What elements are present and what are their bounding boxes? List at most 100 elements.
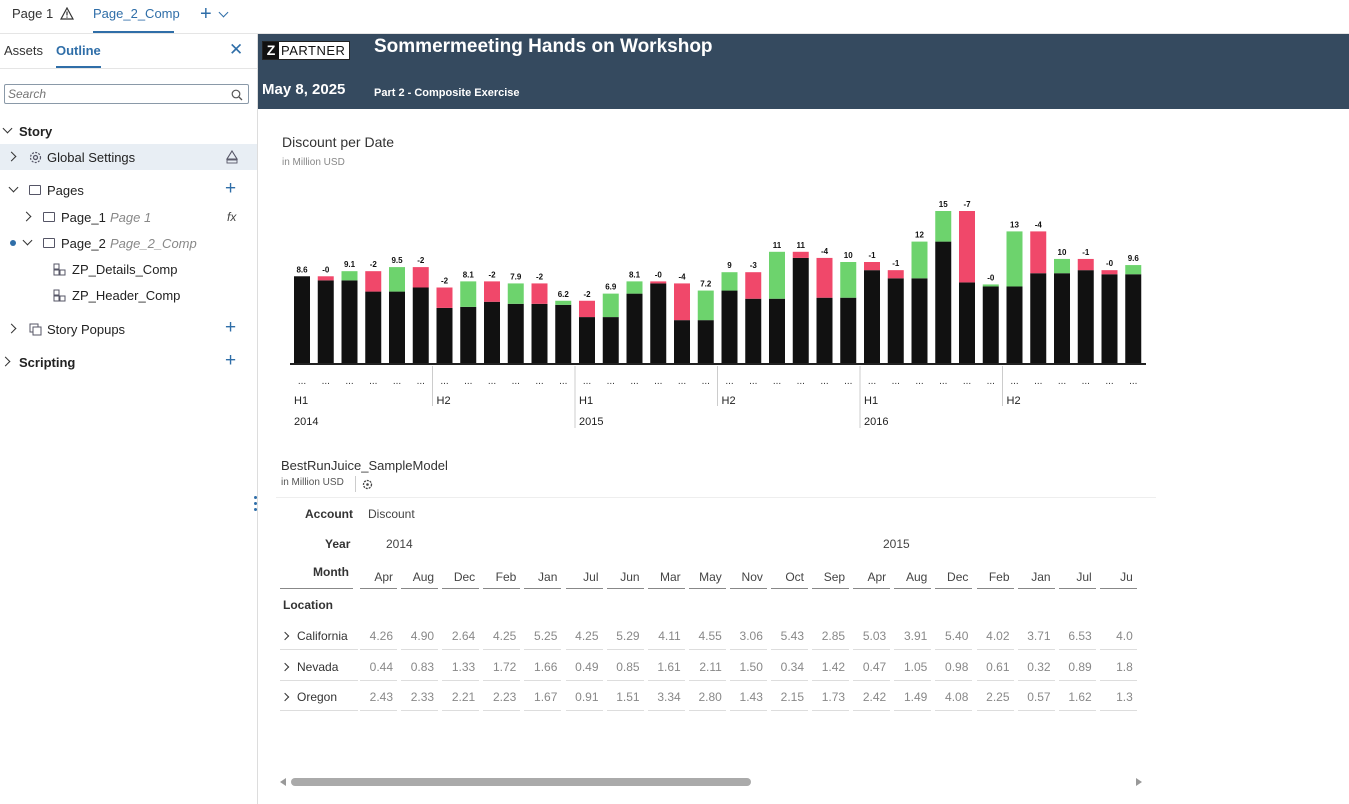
column-header-month[interactable]: Jun <box>606 565 644 589</box>
table-cell[interactable]: 4.26 <box>360 622 397 650</box>
table-cell[interactable]: 5.03 <box>853 622 891 650</box>
tree-item-page-1[interactable]: Page_1 Page 1 fx <box>0 204 257 230</box>
tree-item-story[interactable]: Story <box>0 118 257 144</box>
table-cell[interactable]: 3.91 <box>894 622 932 650</box>
table-cell[interactable]: 4.11 <box>647 622 685 650</box>
scrollbar-thumb[interactable] <box>291 778 751 786</box>
waterfall-chart[interactable]: 8.6... -0... 9.1... -2... 9.5... -2... -2... 8.… <box>258 110 1158 435</box>
table-cell[interactable]: 0.34 <box>771 653 808 681</box>
tree-item-page-2[interactable]: Page_2 Page_2_Comp <box>0 230 257 256</box>
table-cell[interactable]: 5.29 <box>606 622 644 650</box>
table-cell[interactable]: 4.25 <box>483 622 521 650</box>
column-header-month[interactable]: Apr <box>853 565 891 589</box>
add-page-button[interactable]: + <box>200 3 212 26</box>
table-cell[interactable]: 1.33 <box>442 653 480 681</box>
css-icon[interactable] <box>225 150 239 164</box>
data-table[interactable]: Account Discount Year 2014 2015 Month Lo… <box>258 496 1148 726</box>
table-cell[interactable]: 0.49 <box>565 653 603 681</box>
table-cell[interactable]: 4.25 <box>565 622 603 650</box>
table-cell[interactable]: 3.34 <box>647 683 685 711</box>
table-scrollbar[interactable] <box>278 776 1145 788</box>
table-cell[interactable]: 4.90 <box>401 622 439 650</box>
table-cell[interactable]: 3.06 <box>729 622 767 650</box>
column-header-month[interactable]: Ju <box>1099 565 1137 589</box>
table-cell[interactable]: 1.66 <box>524 653 562 681</box>
column-header-month[interactable]: Aug <box>894 565 932 589</box>
table-cell[interactable]: 0.85 <box>606 653 644 681</box>
table-cell[interactable]: 0.83 <box>401 653 439 681</box>
chevron-right-icon[interactable] <box>280 631 290 641</box>
chevron-right-icon[interactable] <box>280 662 290 671</box>
tree-item-global-settings[interactable]: Global Settings <box>0 144 257 170</box>
table-cell[interactable]: 1.8 <box>1099 653 1137 681</box>
chevron-down-icon[interactable] <box>8 182 19 193</box>
scroll-left-arrow[interactable] <box>280 778 286 786</box>
table-cell[interactable]: 2.42 <box>853 683 891 711</box>
table-cell[interactable]: 2.33 <box>401 683 439 711</box>
table-cell[interactable]: 1.49 <box>894 683 932 711</box>
chevron-down-icon[interactable] <box>22 235 33 246</box>
chevron-right-icon[interactable] <box>280 692 290 702</box>
tree-item-story-popups[interactable]: Story Popups + <box>0 316 257 342</box>
table-cell[interactable]: 2.11 <box>688 653 726 681</box>
table-cell[interactable]: 4.55 <box>688 622 726 650</box>
tab-outline[interactable]: Outline <box>56 43 101 68</box>
table-cell[interactable]: 2.23 <box>483 683 521 711</box>
row-header-location[interactable]: California <box>280 622 358 650</box>
table-cell[interactable]: 0.98 <box>935 653 973 681</box>
column-header-month[interactable]: Jan <box>1017 565 1055 589</box>
table-cell[interactable]: 2.21 <box>442 683 480 711</box>
column-header-month[interactable]: Feb <box>976 565 1014 589</box>
search-icon[interactable] <box>231 89 243 101</box>
table-cell[interactable]: 2.80 <box>688 683 726 711</box>
table-cell[interactable]: 0.47 <box>853 653 891 681</box>
column-header-month[interactable]: Feb <box>483 565 521 589</box>
column-header-month[interactable]: Oct <box>771 565 808 589</box>
chevron-down-icon[interactable] <box>218 7 229 18</box>
chevron-right-icon[interactable] <box>0 356 11 367</box>
table-cell[interactable]: 2.85 <box>812 622 850 650</box>
column-header-month[interactable]: Dec <box>935 565 973 589</box>
table-cell[interactable]: 0.61 <box>976 653 1014 681</box>
table-cell[interactable]: 2.25 <box>976 683 1014 711</box>
table-cell[interactable]: 1.42 <box>812 653 850 681</box>
table-cell[interactable]: 1.73 <box>812 683 850 711</box>
tree-item-details-comp[interactable]: ZP_Details_Comp <box>0 256 257 282</box>
table-cell[interactable]: 2.15 <box>771 683 808 711</box>
tab-assets[interactable]: Assets <box>4 43 43 58</box>
table-cell[interactable]: 0.57 <box>1017 683 1055 711</box>
chevron-right-icon[interactable] <box>21 211 32 222</box>
column-header-month[interactable]: Mar <box>647 565 685 589</box>
table-cell[interactable]: 1.67 <box>524 683 562 711</box>
chevron-right-icon[interactable] <box>6 151 17 162</box>
table-cell[interactable]: 0.91 <box>565 683 603 711</box>
table-cell[interactable]: 5.25 <box>524 622 562 650</box>
table-cell[interactable]: 0.89 <box>1058 653 1096 681</box>
table-cell[interactable]: 1.05 <box>894 653 932 681</box>
table-cell[interactable]: 5.43 <box>771 622 808 650</box>
column-header-month[interactable]: Sep <box>812 565 850 589</box>
column-header-month[interactable]: Dec <box>442 565 480 589</box>
column-header-month[interactable]: Aug <box>401 565 439 589</box>
row-header-location[interactable]: Oregon <box>280 683 358 711</box>
tree-item-pages[interactable]: Pages + <box>0 177 257 203</box>
column-header-month[interactable]: Jul <box>565 565 603 589</box>
table-cell[interactable]: 1.61 <box>647 653 685 681</box>
table-cell[interactable]: 1.3 <box>1099 683 1137 711</box>
add-popup-icon[interactable]: + <box>225 317 236 339</box>
model-icon[interactable] <box>362 479 373 490</box>
column-header-month[interactable]: May <box>688 565 726 589</box>
column-header-month[interactable]: Jan <box>524 565 562 589</box>
table-cell[interactable]: 0.32 <box>1017 653 1055 681</box>
table-cell[interactable]: 3.71 <box>1017 622 1055 650</box>
chevron-right-icon[interactable] <box>6 323 17 334</box>
search-field[interactable] <box>4 84 249 104</box>
search-input[interactable] <box>5 85 225 103</box>
table-cell[interactable]: 5.40 <box>935 622 973 650</box>
table-cell[interactable]: 4.0 <box>1099 622 1137 650</box>
table-cell[interactable]: 1.72 <box>483 653 521 681</box>
tab-page-2-comp[interactable]: Page_2_Comp <box>93 0 180 33</box>
add-script-icon[interactable]: + <box>225 350 236 372</box>
table-cell[interactable]: 1.50 <box>729 653 767 681</box>
table-cell[interactable]: 0.44 <box>360 653 397 681</box>
